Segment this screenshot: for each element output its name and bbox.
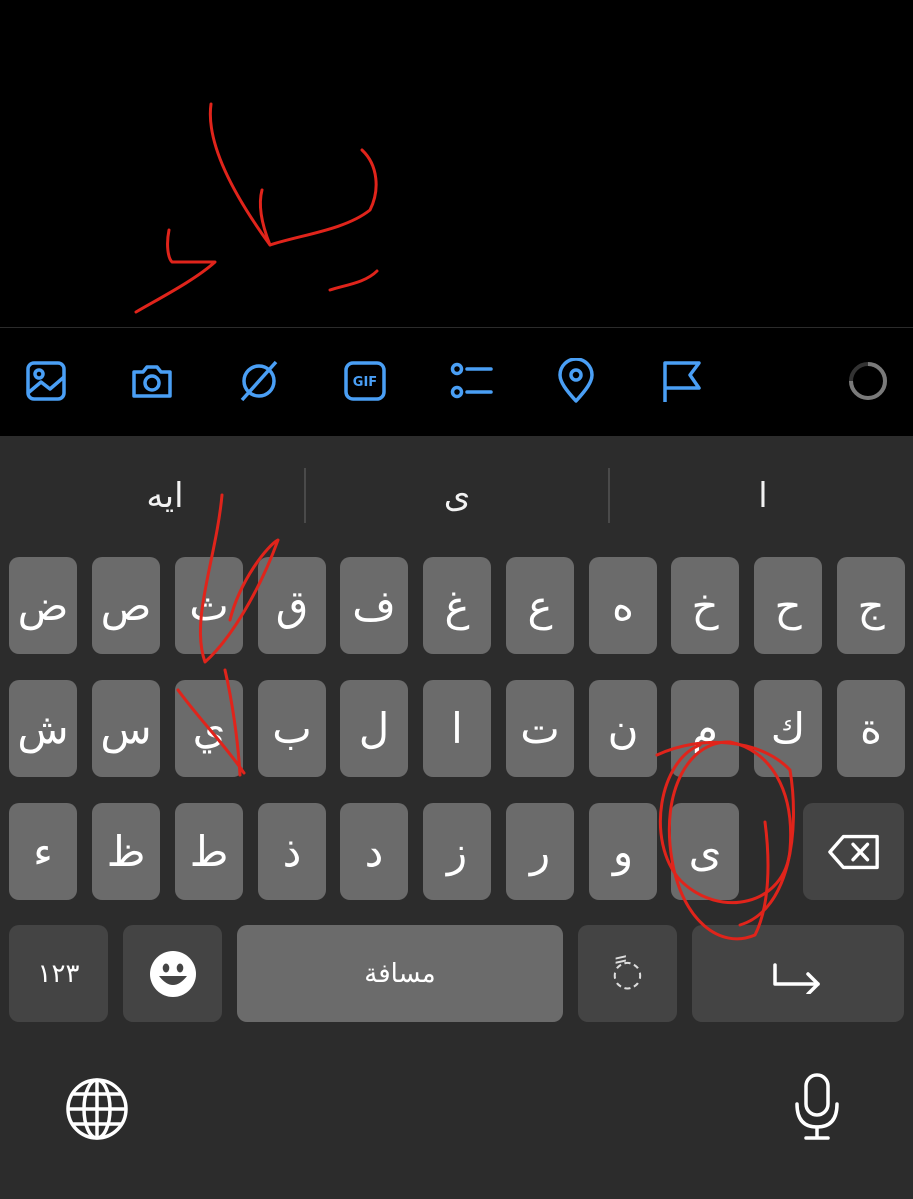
key[interactable]: ف [340,557,408,654]
suggestion-1[interactable]: ايه [60,468,270,524]
key[interactable]: ه [589,557,657,654]
svg-text:GIF: GIF [353,375,377,390]
key[interactable]: ء [9,803,77,900]
image-icon[interactable] [23,356,69,406]
space-key[interactable]: مسافة [237,925,563,1022]
key[interactable]: ك [754,680,822,777]
key[interactable]: ة [837,680,905,777]
key[interactable]: س [92,680,160,777]
key[interactable]: ظ [92,803,160,900]
key[interactable]: ح [754,557,822,654]
location-pin-icon[interactable] [553,356,599,406]
key[interactable]: ط [175,803,243,900]
key[interactable]: ق [258,557,326,654]
key[interactable]: ي [175,680,243,777]
suggestion-3[interactable]: ا [658,468,868,524]
emoji-icon [149,950,196,997]
tanween-key[interactable]: ◌ً [578,925,677,1022]
key[interactable]: ص [92,557,160,654]
key[interactable]: ذ [258,803,326,900]
key[interactable]: و [589,803,657,900]
camera-icon[interactable] [129,356,175,406]
no-photo-icon[interactable] [236,356,282,406]
key[interactable]: ت [506,680,574,777]
suggestion-2[interactable]: ى [352,468,562,524]
key[interactable]: ش [9,680,77,777]
key[interactable]: ى [671,803,739,900]
key[interactable]: ل [340,680,408,777]
key[interactable]: غ [423,557,491,654]
key[interactable]: ث [175,557,243,654]
compose-area[interactable] [0,0,913,327]
globe-icon[interactable] [65,1077,129,1141]
key[interactable]: ج [837,557,905,654]
key[interactable]: ز [423,803,491,900]
gif-icon[interactable]: GIF [342,356,388,406]
key[interactable]: ا [423,680,491,777]
enter-arrow-icon [773,962,820,994]
microphone-icon[interactable] [792,1072,842,1142]
progress-ring-icon [845,356,891,406]
numbers-key[interactable]: ١٢٣ [9,925,108,1022]
emoji-key[interactable] [123,925,222,1022]
key[interactable]: د [340,803,408,900]
key[interactable]: ع [506,557,574,654]
enter-key[interactable] [692,925,904,1022]
backspace-icon [827,834,879,869]
poll-icon[interactable] [447,356,493,406]
key[interactable]: ب [258,680,326,777]
backspace-key[interactable] [803,803,904,900]
key[interactable]: ن [589,680,657,777]
flag-icon[interactable] [659,356,705,406]
key[interactable]: ض [9,557,77,654]
key[interactable]: ر [506,803,574,900]
suggestion-divider [608,468,610,523]
key[interactable]: م [671,680,739,777]
suggestion-divider [304,468,306,523]
key[interactable]: خ [671,557,739,654]
